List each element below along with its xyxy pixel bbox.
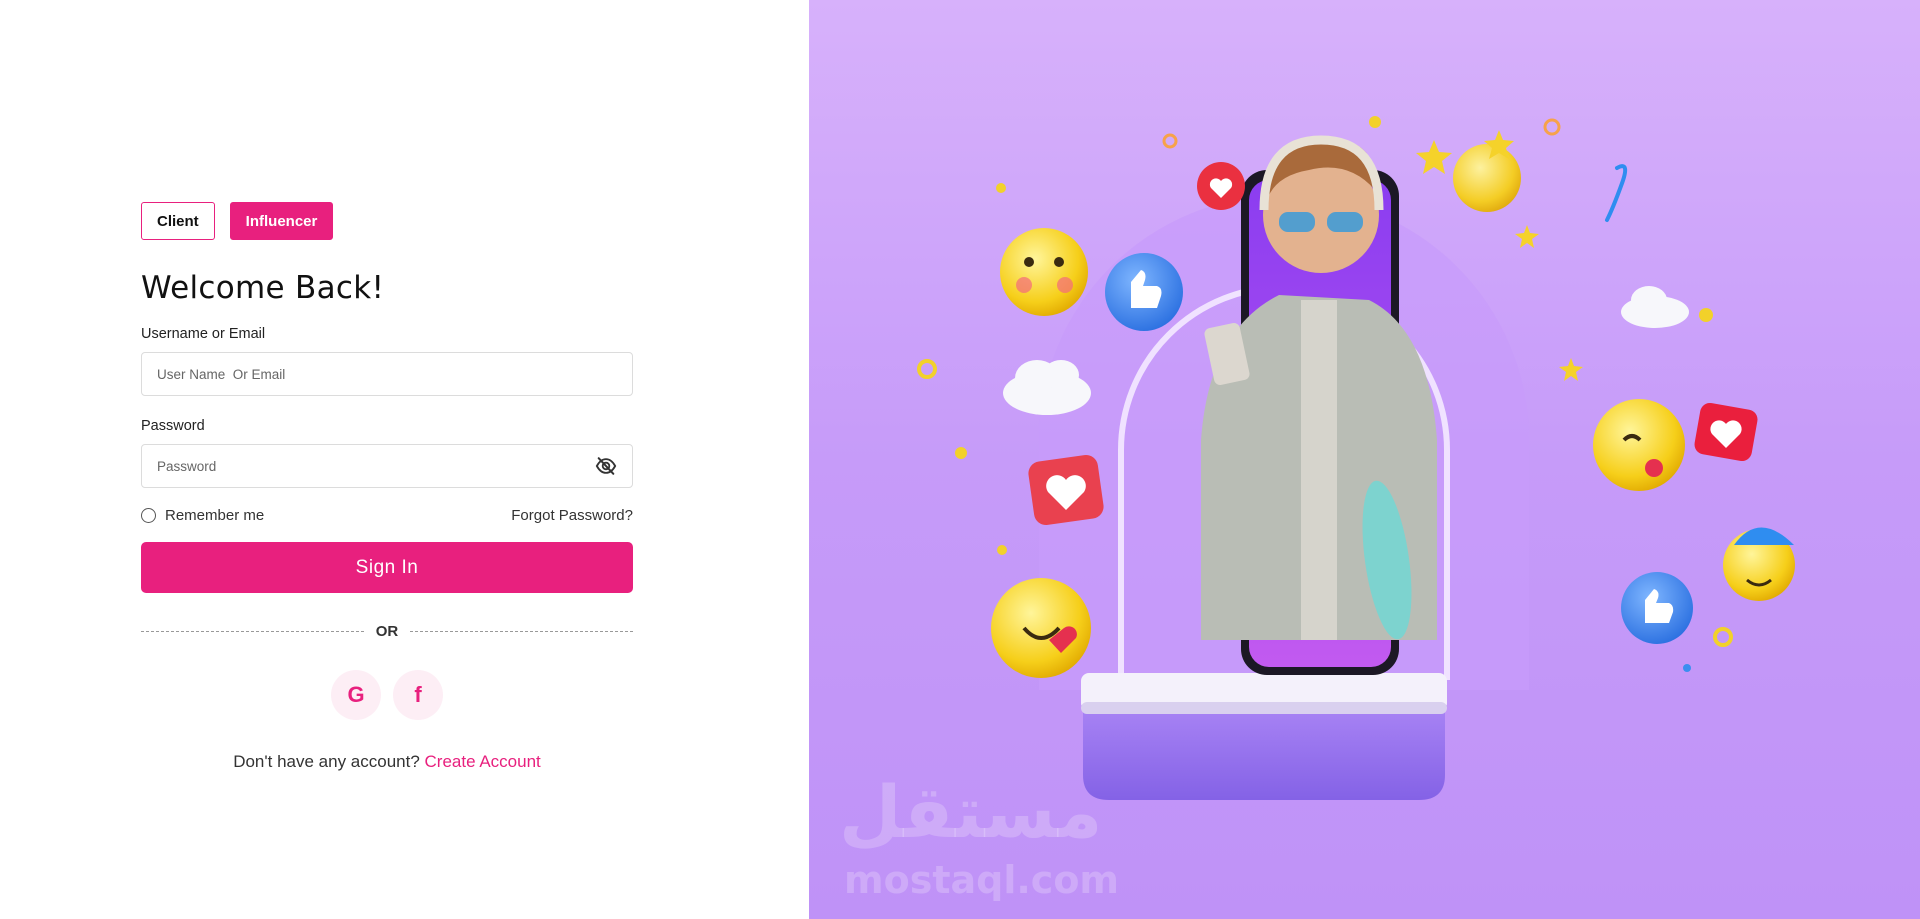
password-input[interactable] bbox=[157, 458, 595, 474]
sign-in-button[interactable]: Sign In bbox=[141, 542, 633, 593]
facebook-login-button[interactable]: f bbox=[393, 670, 443, 720]
create-account-link[interactable]: Create Account bbox=[425, 752, 541, 771]
influencer-role-button[interactable]: Influencer bbox=[229, 202, 334, 240]
facebook-icon: f bbox=[414, 682, 422, 707]
username-label: Username or Email bbox=[141, 326, 266, 342]
pedestal bbox=[1081, 673, 1447, 800]
divider-line bbox=[410, 631, 633, 632]
google-icon: G bbox=[347, 682, 365, 707]
remember-me[interactable]: Remember me bbox=[141, 507, 264, 524]
login-panel: Client Influencer Welcome Back! Username… bbox=[0, 0, 809, 919]
login-form: Client Influencer Welcome Back! Username… bbox=[141, 202, 633, 772]
page-title: Welcome Back! bbox=[141, 270, 385, 306]
username-field-box bbox=[141, 352, 633, 396]
remember-radio[interactable] bbox=[141, 508, 156, 523]
username-input[interactable] bbox=[157, 366, 617, 382]
eye-off-icon[interactable] bbox=[595, 455, 617, 477]
or-divider: OR bbox=[141, 623, 633, 640]
divider-line bbox=[141, 631, 364, 632]
watermark-latin: mostaql.com bbox=[844, 858, 1120, 902]
client-role-button[interactable]: Client bbox=[141, 202, 215, 240]
watermark-arabic: مستقل bbox=[839, 770, 1103, 854]
google-login-button[interactable]: G bbox=[331, 670, 381, 720]
account-prompt: Don't have any account? bbox=[233, 752, 420, 771]
forgot-password-link[interactable]: Forgot Password? bbox=[511, 507, 633, 524]
options-row: Remember me Forgot Password? bbox=[141, 507, 633, 524]
create-account-row: Don't have any account? Create Account bbox=[141, 752, 633, 772]
or-text: OR bbox=[375, 623, 399, 640]
password-field-box bbox=[141, 444, 633, 488]
password-label: Password bbox=[141, 418, 205, 434]
social-login: G f bbox=[141, 670, 633, 720]
hero-illustration: مستقل mostaql.com bbox=[809, 0, 1920, 919]
role-toggle: Client Influencer bbox=[141, 202, 633, 240]
remember-label: Remember me bbox=[165, 507, 265, 524]
